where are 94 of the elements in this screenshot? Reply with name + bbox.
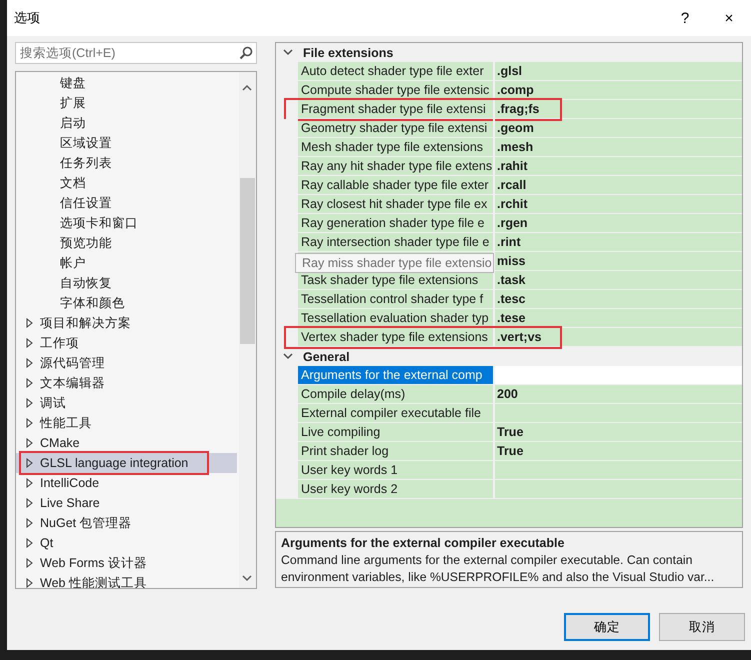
scroll-up-icon[interactable] (242, 84, 252, 92)
tree-item[interactable]: Live Share (40, 496, 100, 510)
property-name[interactable]: Geometry shader type file extensi (298, 119, 495, 138)
property-name[interactable]: Mesh shader type file extensions (298, 138, 495, 157)
tree-item[interactable]: 文本编辑器 (40, 374, 105, 392)
property-name[interactable]: Auto detect shader type file exter (298, 62, 495, 81)
property-name[interactable]: Fragment shader type file extensi (298, 100, 495, 119)
property-value[interactable]: .mesh (495, 138, 742, 157)
property-name[interactable]: Ray closest hit shader type file ex (298, 195, 495, 214)
expand-icon[interactable] (25, 318, 34, 328)
tree-item[interactable]: Web Forms 设计器 (40, 554, 147, 572)
property-name[interactable]: Task shader type file extensions (298, 271, 495, 290)
expand-icon[interactable] (25, 478, 34, 488)
property-value[interactable]: .rint (495, 233, 742, 252)
expand-icon[interactable] (25, 438, 34, 448)
tree-item[interactable]: 源代码管理 (40, 354, 105, 372)
property-value[interactable]: .task (495, 271, 742, 290)
tree-item[interactable]: 性能工具 (40, 414, 92, 432)
scrollbar[interactable] (239, 72, 256, 588)
expand-icon[interactable] (25, 578, 34, 588)
tree-item[interactable]: Qt (40, 536, 54, 550)
collapse-icon[interactable] (283, 353, 293, 360)
expand-icon[interactable] (25, 458, 34, 468)
property-value[interactable]: .comp (495, 81, 742, 100)
expand-icon[interactable] (25, 498, 34, 508)
close-button[interactable]: × (707, 0, 751, 36)
description-text: Command line arguments for the external compiler executable. Can contain environment variables, like %USERPROFILE% and also the Visual Studio var... (281, 552, 716, 586)
tree-item[interactable]: 选项卡和窗口 (60, 214, 138, 232)
property-value[interactable]: .tesc (495, 290, 742, 309)
property-value[interactable]: .frag;fs (495, 100, 742, 119)
expand-icon[interactable] (25, 518, 34, 528)
property-value[interactable]: miss (495, 252, 742, 271)
expand-icon[interactable] (25, 358, 34, 368)
category-header[interactable]: File extensions (303, 46, 394, 60)
property-name[interactable]: Tessellation control shader type f (298, 290, 495, 309)
tree-item[interactable]: 键盘 (60, 74, 86, 92)
tree-item[interactable]: GLSL language integration (40, 456, 188, 470)
expand-icon[interactable] (25, 538, 34, 548)
expand-icon[interactable] (25, 378, 34, 388)
property-name[interactable]: Vertex shader type file extensions (298, 328, 495, 347)
expand-icon[interactable] (25, 398, 34, 408)
expand-icon[interactable] (25, 558, 34, 568)
tree-item[interactable]: CMake (40, 436, 80, 450)
property-value[interactable]: .tese (495, 309, 742, 328)
property-name[interactable]: Ray any hit shader type file extens (298, 157, 495, 176)
tree-item[interactable]: 启动 (60, 114, 86, 132)
description-title: Arguments for the external compiler executable (281, 536, 566, 550)
search-field[interactable]: 搜索选项(Ctrl+E) (15, 42, 257, 64)
tree-item[interactable]: 调试 (40, 394, 66, 412)
search-icon[interactable] (239, 46, 253, 60)
dialog-button[interactable]: 取消 (659, 613, 745, 641)
tree-item[interactable]: 项目和解决方案 (40, 314, 131, 332)
property-name[interactable]: Compile delay(ms) (298, 385, 495, 404)
property-name[interactable]: Ray callable shader type file exter (298, 176, 495, 195)
property-name[interactable]: Compute shader type file extensic (298, 81, 495, 100)
property-value[interactable]: .rchit (495, 195, 742, 214)
dialog-button[interactable]: 确定 (564, 613, 650, 641)
scroll-thumb[interactable] (240, 178, 255, 344)
tree-item[interactable]: IntelliCode (40, 476, 100, 490)
property-name[interactable]: Arguments for the external comp (298, 366, 495, 385)
tree-item[interactable]: 帐户 (60, 254, 86, 272)
tree-item[interactable]: 文档 (60, 174, 86, 192)
window-title: 选项 (14, 9, 41, 27)
tree-item[interactable]: 自动恢复 (60, 274, 112, 292)
property-value[interactable]: 200 (495, 385, 742, 404)
property-name[interactable]: Ray generation shader type file e (298, 214, 495, 233)
property-value[interactable]: True (495, 442, 742, 461)
tree-item[interactable]: NuGet 包管理器 (40, 514, 132, 532)
property-value[interactable]: .rahit (495, 157, 742, 176)
expand-icon[interactable] (25, 418, 34, 428)
scroll-down-icon[interactable] (242, 574, 252, 582)
category-header[interactable]: General (303, 350, 350, 364)
property-value[interactable]: .rgen (495, 214, 742, 233)
property-name[interactable]: User key words 1 (298, 461, 495, 480)
property-value[interactable]: .geom (495, 119, 742, 138)
property-value[interactable]: .rcall (495, 176, 742, 195)
property-value[interactable]: True (495, 423, 742, 442)
collapse-icon[interactable] (283, 49, 293, 56)
tree-item[interactable]: 字体和颜色 (60, 294, 125, 312)
tree-item[interactable]: 扩展 (60, 94, 86, 112)
tree-item[interactable]: 任务列表 (60, 154, 112, 172)
property-name[interactable]: User key words 2 (298, 480, 495, 499)
tree-item[interactable]: 信任设置 (60, 194, 112, 212)
tree-item[interactable]: 工作项 (40, 334, 79, 352)
tree-item[interactable]: 预览功能 (60, 234, 112, 252)
tooltip: Ray miss shader type file extensio (295, 253, 494, 273)
property-name[interactable]: Live compiling (298, 423, 495, 442)
property-name[interactable]: Print shader log (298, 442, 495, 461)
expand-icon[interactable] (25, 338, 34, 348)
property-name[interactable]: Tessellation evaluation shader typ (298, 309, 495, 328)
tree-item[interactable]: 区域设置 (60, 134, 112, 152)
property-name[interactable]: External compiler executable file (298, 404, 495, 423)
property-value[interactable]: .glsl (495, 62, 742, 81)
help-button[interactable]: ? (663, 0, 707, 36)
